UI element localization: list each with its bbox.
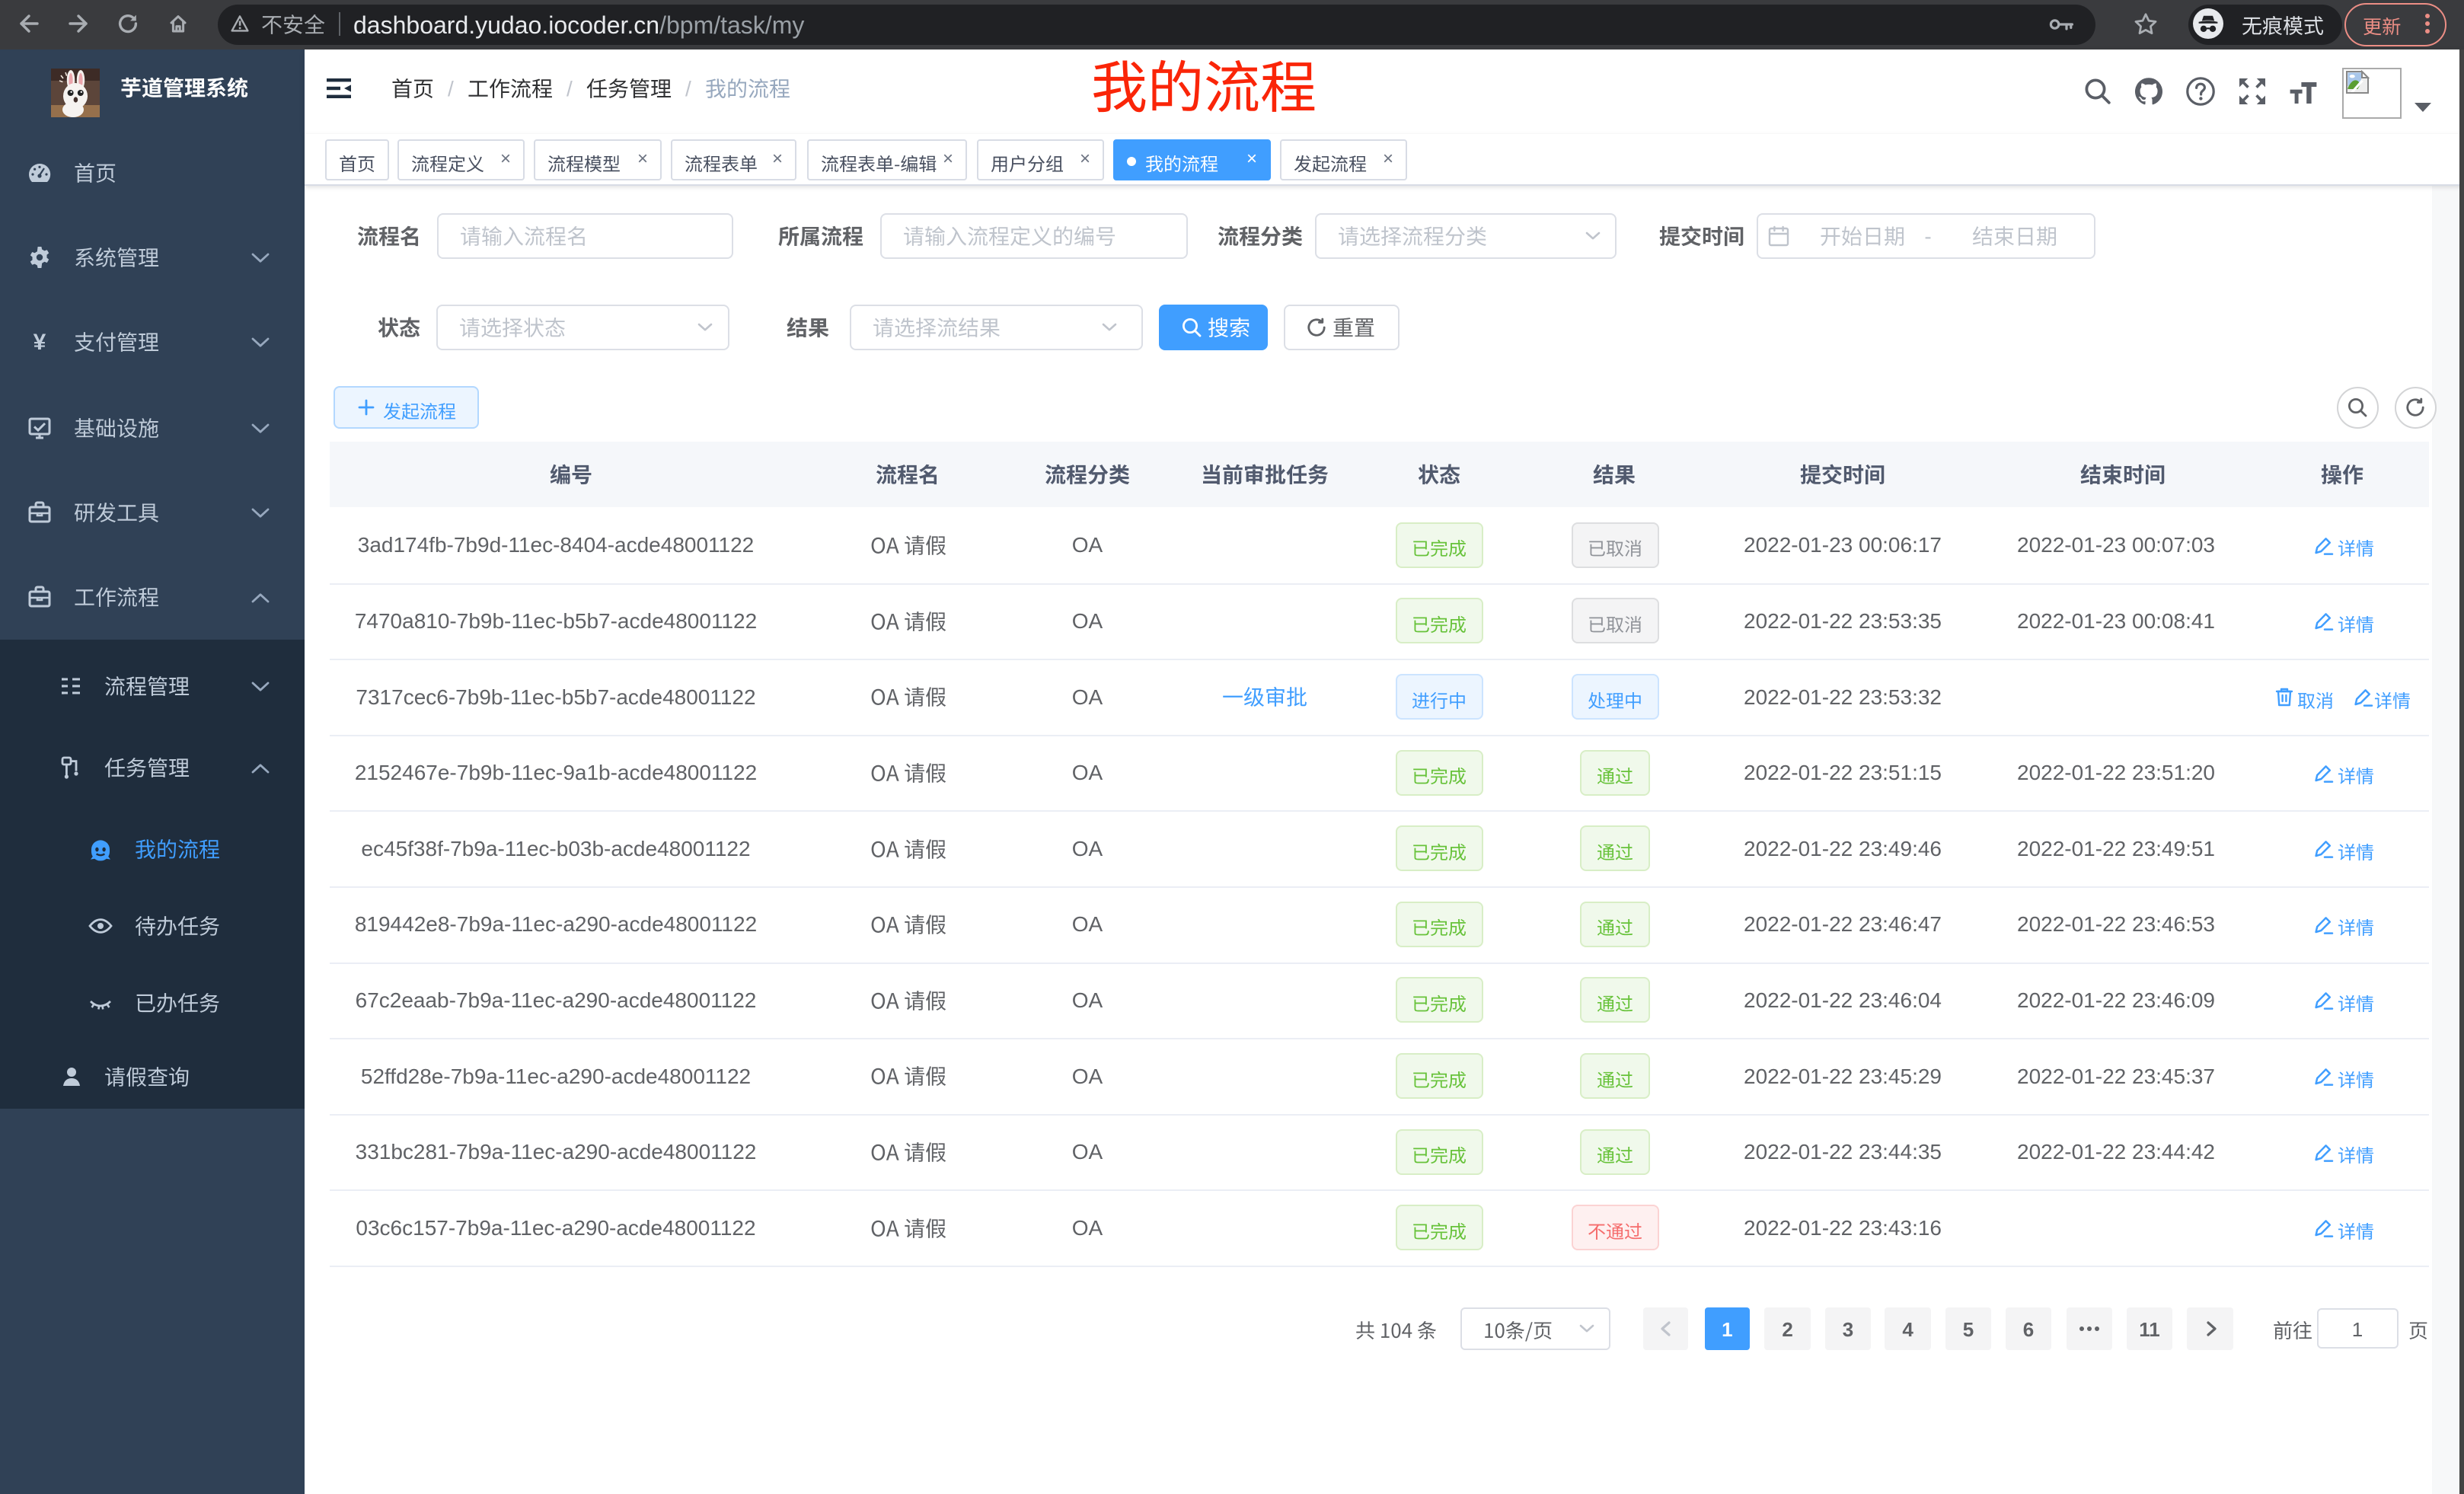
svg-text:¥: ¥ xyxy=(34,330,46,355)
